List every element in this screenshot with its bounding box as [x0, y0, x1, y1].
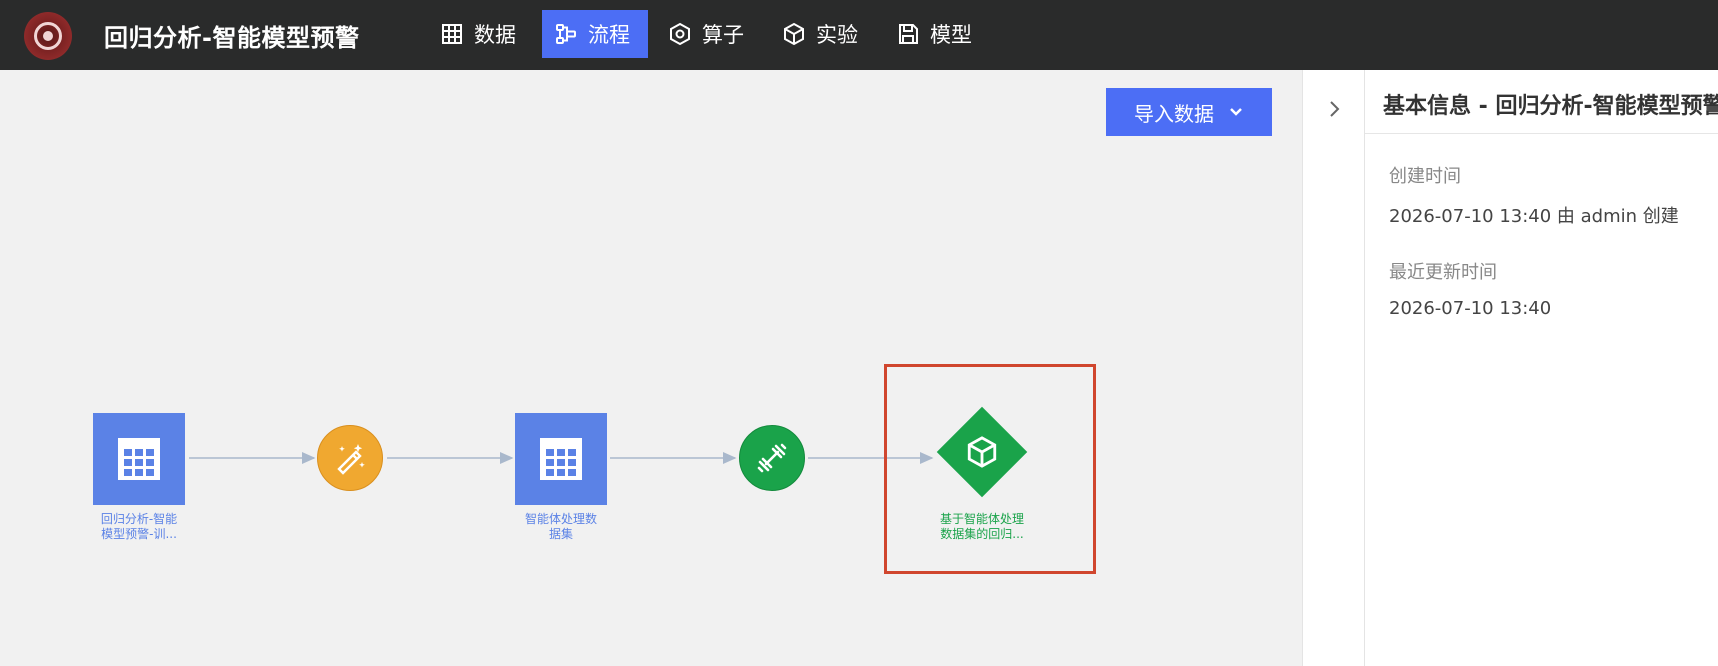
table-icon — [540, 438, 582, 480]
node-label: 基于智能体处理 数据集的回归... — [939, 512, 1024, 541]
created-time-label: 创建时间 — [1389, 166, 1461, 187]
updated-time-label: 最近更新时间 — [1389, 262, 1497, 283]
created-time-value: 2026-07-10 13:40 由 admin 创建 — [1389, 206, 1679, 227]
dataset-node-processed[interactable] — [515, 413, 607, 505]
node-label: 回归分析-智能 模型预警-训... — [100, 512, 178, 541]
table-icon — [118, 438, 160, 480]
dumbbell-icon — [757, 443, 787, 473]
train-node[interactable] — [739, 425, 805, 491]
magic-wand-icon — [337, 444, 365, 475]
cube-icon — [967, 436, 997, 468]
operator-node[interactable] — [317, 425, 383, 491]
model-node-icon-wrap — [962, 432, 1002, 472]
node-label: 智能体处理数 据集 — [524, 512, 597, 541]
info-panel: 基本信息 - 回归分析-智能模型预警 创建时间 2026-07-10 13:40… — [1364, 70, 1718, 666]
updated-time-value: 2026-07-10 13:40 — [1389, 298, 1552, 319]
panel-collapse-strip — [1302, 70, 1364, 666]
chevron-right-icon[interactable] — [1323, 98, 1345, 120]
info-panel-title: 基本信息 - 回归分析-智能模型预警 — [1365, 70, 1718, 134]
dataset-node-training[interactable] — [93, 413, 185, 505]
